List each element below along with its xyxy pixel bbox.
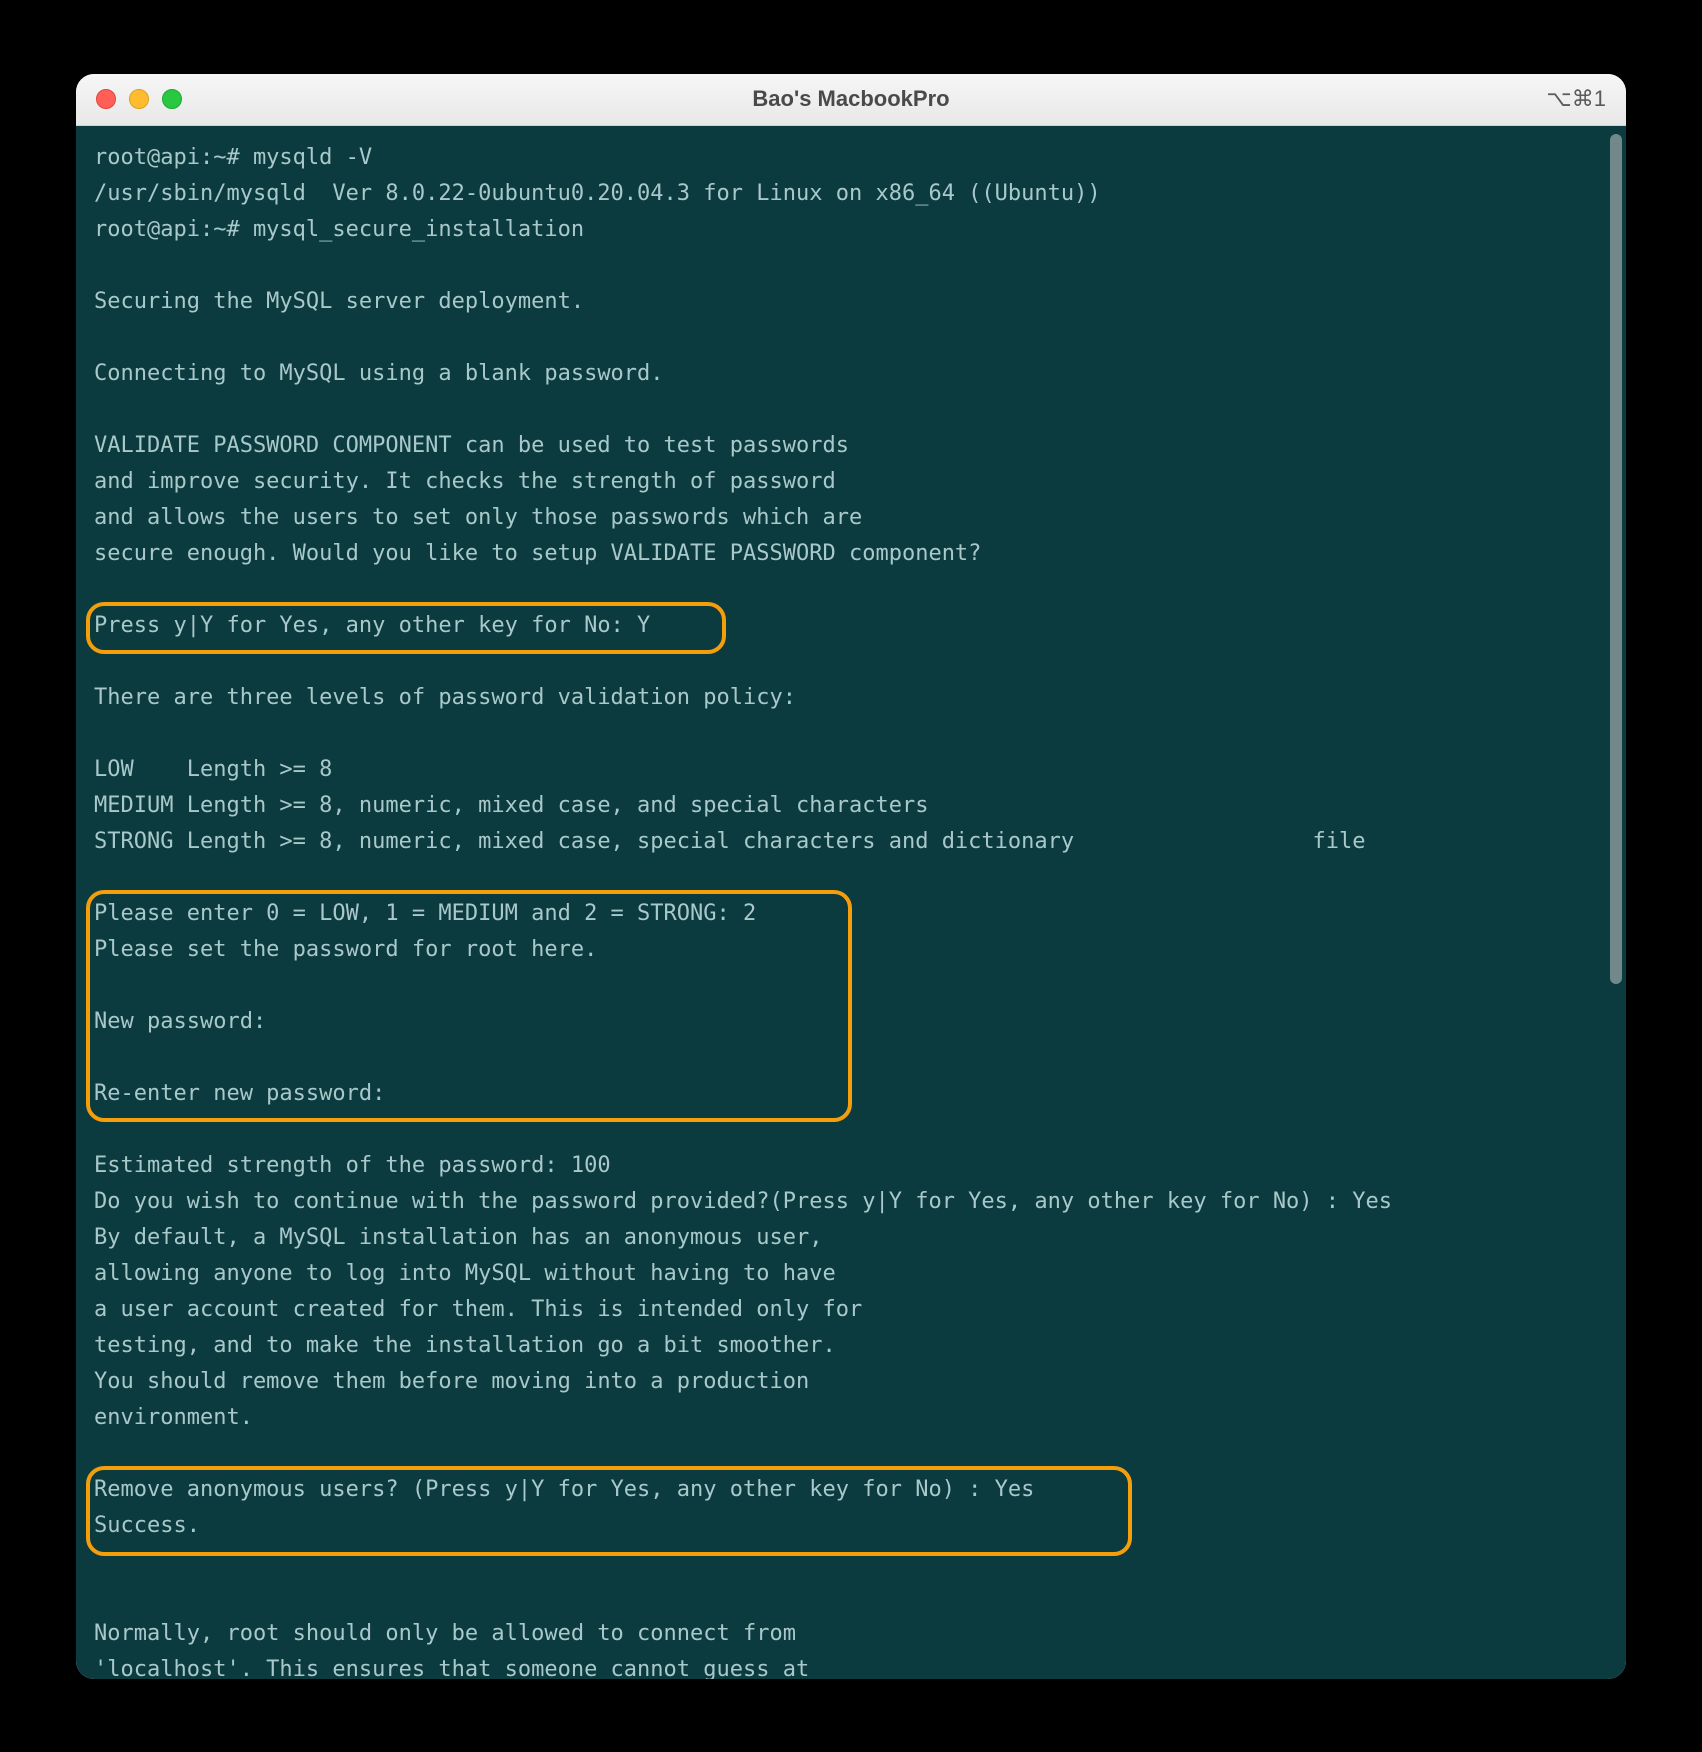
window-shortcut: ⌥⌘1 [1546, 86, 1606, 112]
minimize-icon[interactable] [129, 89, 149, 109]
window-controls [96, 89, 182, 109]
terminal-output[interactable]: root@api:~# mysqld -V /usr/sbin/mysqld V… [76, 126, 1626, 1679]
terminal-area[interactable]: root@api:~# mysqld -V /usr/sbin/mysqld V… [76, 126, 1626, 1679]
window-title: Bao's MacbookPro [76, 86, 1626, 112]
scrollbar-thumb[interactable] [1610, 134, 1622, 984]
titlebar: Bao's MacbookPro ⌥⌘1 [76, 74, 1626, 126]
terminal-window: Bao's MacbookPro ⌥⌘1 root@api:~# mysqld … [76, 74, 1626, 1679]
maximize-icon[interactable] [162, 89, 182, 109]
close-icon[interactable] [96, 89, 116, 109]
